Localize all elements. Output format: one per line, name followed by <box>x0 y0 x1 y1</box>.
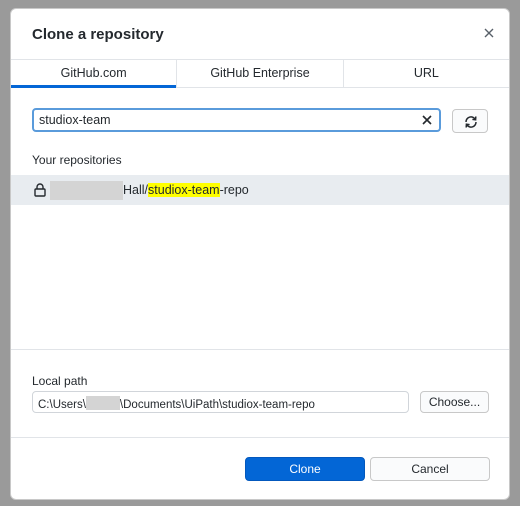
dialog-title: Clone a repository <box>32 26 164 43</box>
tab-github-enterprise[interactable]: GitHub Enterprise <box>177 59 344 87</box>
repository-list: Hall/studiox-team-repo <box>11 175 509 349</box>
tab-github-com[interactable]: GitHub.com <box>11 59 178 88</box>
your-repositories-label: Your repositories <box>32 153 122 167</box>
list-item[interactable]: Hall/studiox-team-repo <box>11 175 509 205</box>
divider <box>11 349 509 350</box>
local-path-label: Local path <box>32 374 88 388</box>
local-path-value: C:\Users\ \Documents\UiPath\studiox-team-… <box>38 396 315 411</box>
repository-owner-suffix: Hall/ <box>123 183 149 197</box>
search-box <box>32 108 441 132</box>
refresh-button[interactable] <box>452 109 488 133</box>
redacted-owner <box>50 181 123 200</box>
clone-button[interactable]: Clone <box>245 457 365 481</box>
local-path-suffix: \Documents\UiPath\studiox-team-repo <box>119 399 315 411</box>
local-path-field[interactable]: C:\Users\ \Documents\UiPath\studiox-team-… <box>32 391 409 413</box>
choose-button[interactable]: Choose... <box>420 391 489 413</box>
tab-url[interactable]: URL <box>344 59 509 87</box>
close-icon[interactable] <box>479 23 499 43</box>
search-match-highlight: studiox-team <box>148 183 220 197</box>
repository-name-suffix: -repo <box>219 183 249 197</box>
lock-icon <box>34 183 46 197</box>
cancel-button[interactable]: Cancel <box>370 457 490 481</box>
local-path-prefix: C:\Users\ <box>38 399 86 411</box>
clear-x-icon[interactable] <box>419 112 435 128</box>
refresh-icon <box>465 116 477 128</box>
repository-filter-input[interactable] <box>39 111 409 129</box>
divider <box>11 437 509 438</box>
repository-name: Hall/studiox-team-repo <box>123 183 249 197</box>
tab-bar: GitHub.com GitHub Enterprise URL <box>11 59 509 88</box>
redacted-username <box>85 396 120 410</box>
clone-repository-dialog: Clone a repository GitHub.com GitHub Ent… <box>10 8 510 500</box>
dialog-header: Clone a repository <box>11 9 509 60</box>
